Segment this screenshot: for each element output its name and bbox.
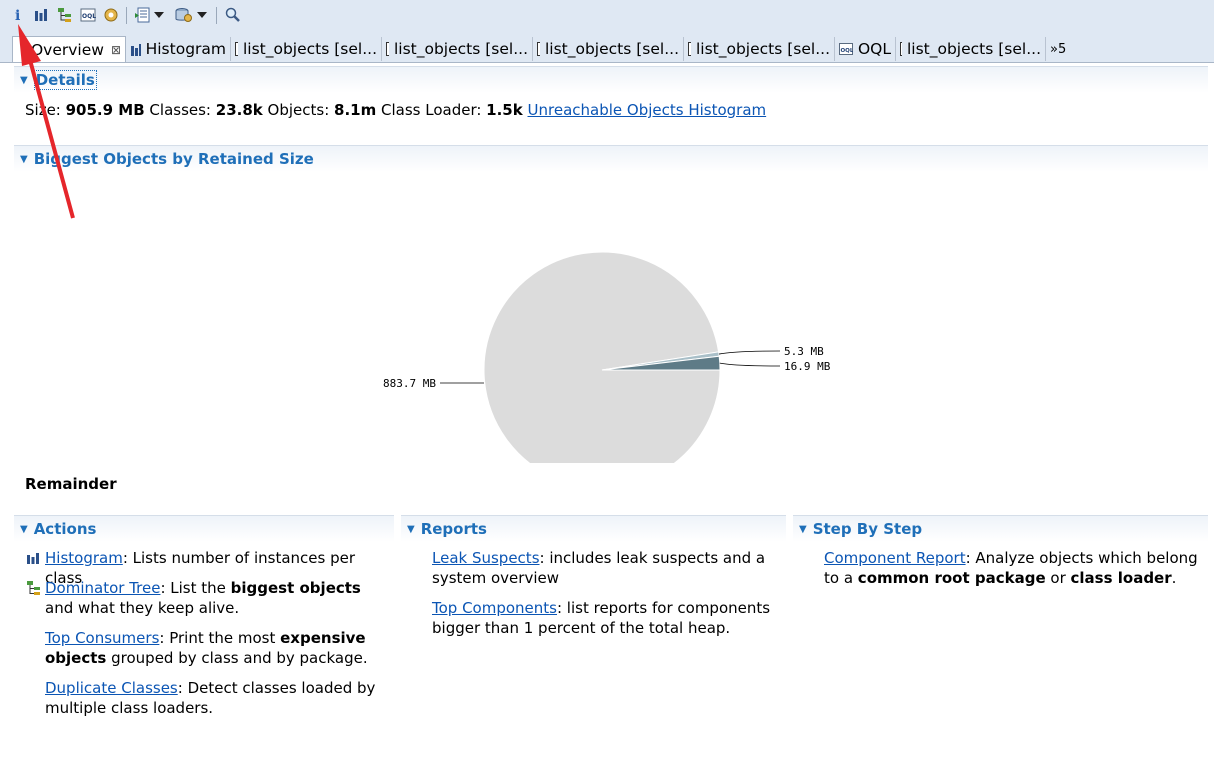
tab-list-objects[interactable]: list_objects [sel... bbox=[684, 37, 835, 61]
tab-label: list_objects [sel... bbox=[544, 40, 679, 58]
tab-list-objects[interactable]: list_objects [sel... bbox=[533, 37, 684, 61]
dominator-tree-icon bbox=[27, 581, 40, 595]
duplicate-classes-link[interactable]: Duplicate Classes bbox=[45, 679, 178, 697]
more-tabs-button[interactable]: »5 bbox=[1046, 37, 1076, 61]
tab-label: Overview bbox=[30, 41, 104, 59]
document-icon bbox=[235, 42, 238, 56]
heap-dump-overview-icon[interactable] bbox=[100, 4, 122, 26]
histogram-link[interactable]: Histogram bbox=[45, 549, 123, 567]
tab-list-objects[interactable]: list_objects [sel... bbox=[231, 37, 382, 61]
document-icon bbox=[386, 42, 389, 56]
action-top-consumers: Top Consumers: Print the most expensive … bbox=[27, 628, 392, 668]
details-summary: Size: 905.9 MB Classes: 23.8k Objects: 8… bbox=[25, 100, 766, 120]
actions-title: Actions bbox=[33, 520, 97, 538]
document-icon bbox=[537, 42, 540, 56]
component-report-period: . bbox=[1171, 569, 1177, 587]
action-duplicate-classes: Duplicate Classes: Detect classes loaded… bbox=[27, 678, 392, 718]
top-consumers-description: : Print the most bbox=[159, 629, 281, 647]
oql-icon[interactable]: OQL bbox=[77, 4, 99, 26]
tab-label: list_objects [sel... bbox=[906, 40, 1041, 58]
pie-slice-label: 883.7 MB bbox=[383, 377, 436, 390]
tab-oql[interactable]: OQL OQL bbox=[835, 37, 896, 61]
biggest-objects-title: Biggest Objects by Retained Size bbox=[33, 150, 314, 168]
histogram-icon bbox=[27, 553, 39, 564]
details-section-header[interactable]: ▼ Details bbox=[14, 66, 1208, 93]
tab-overview[interactable]: Overview ⊠ bbox=[12, 36, 126, 63]
tab-list-objects[interactable]: list_objects [sel... bbox=[896, 37, 1046, 61]
top-consumers-description-end: grouped by class and by package. bbox=[106, 649, 368, 667]
action-dominator-tree: Dominator Tree: List the biggest objects… bbox=[27, 578, 392, 618]
svg-text:OQL: OQL bbox=[82, 13, 96, 20]
chevron-down-icon[interactable]: ▼ bbox=[407, 524, 415, 535]
classes-value: 23.8k bbox=[215, 101, 263, 119]
dominator-tree-icon[interactable] bbox=[54, 4, 76, 26]
close-icon[interactable]: ⊠ bbox=[111, 43, 121, 57]
histogram-icon bbox=[131, 43, 141, 56]
chevron-down-icon[interactable]: ▼ bbox=[20, 75, 28, 86]
editor-tab-bar: Overview ⊠ Histogram list_objects [sel..… bbox=[0, 36, 1214, 63]
dominator-tree-emphasis: biggest objects bbox=[230, 579, 361, 597]
report-top-components: Top Components: list reports for compone… bbox=[432, 598, 777, 638]
objects-value: 8.1m bbox=[334, 101, 377, 119]
tab-label: list_objects [sel... bbox=[393, 40, 528, 58]
remainder-label: Remainder bbox=[25, 475, 117, 493]
step-component-report: Component Report: Analyze objects which … bbox=[824, 548, 1204, 588]
info-icon[interactable]: i bbox=[7, 4, 29, 26]
unreachable-objects-histogram-link[interactable]: Unreachable Objects Histogram bbox=[528, 101, 767, 119]
search-icon[interactable] bbox=[222, 4, 244, 26]
leak-suspects-link[interactable]: Leak Suspects bbox=[432, 549, 540, 567]
component-report-link[interactable]: Component Report bbox=[824, 549, 966, 567]
class-loader-emphasis: class loader bbox=[1070, 569, 1172, 587]
document-icon bbox=[688, 42, 691, 56]
top-components-link[interactable]: Top Components bbox=[432, 599, 557, 617]
pie-label-line bbox=[718, 350, 781, 355]
size-label: Size: bbox=[25, 101, 66, 119]
actions-section-header[interactable]: ▼ Actions bbox=[14, 515, 394, 542]
chevron-down-icon[interactable]: ▼ bbox=[20, 154, 28, 165]
class-loader-label: Class Loader: bbox=[376, 101, 487, 119]
tab-histogram[interactable]: Histogram bbox=[126, 37, 231, 61]
objects-label: Objects: bbox=[262, 101, 335, 119]
tab-list-objects[interactable]: list_objects [sel... bbox=[382, 37, 533, 61]
pie-slice-label: 16.9 MB bbox=[784, 360, 831, 373]
tab-label: list_objects [sel... bbox=[242, 40, 377, 58]
dominator-tree-description-end: and what they keep alive. bbox=[45, 599, 240, 617]
query-browser-icon[interactable] bbox=[132, 4, 154, 26]
tab-label: Histogram bbox=[145, 40, 226, 58]
dropdown-icon[interactable] bbox=[152, 4, 166, 26]
histogram-icon[interactable] bbox=[30, 4, 52, 26]
more-tabs-label: »5 bbox=[1050, 41, 1067, 57]
chevron-down-icon[interactable]: ▼ bbox=[20, 524, 28, 535]
run-report-icon[interactable] bbox=[173, 4, 195, 26]
document-icon bbox=[900, 42, 902, 56]
pie-slice-label: 5.3 MB bbox=[784, 345, 824, 358]
top-consumers-link[interactable]: Top Consumers bbox=[45, 629, 159, 647]
svg-text:OQL: OQL bbox=[841, 48, 853, 54]
tab-label: list_objects [sel... bbox=[695, 40, 830, 58]
dominator-tree-link[interactable]: Dominator Tree bbox=[45, 579, 160, 597]
biggest-objects-section-header[interactable]: ▼ Biggest Objects by Retained Size bbox=[14, 145, 1208, 172]
overview-content: ▼ Details Size: 905.9 MB Classes: 23.8k … bbox=[0, 62, 1214, 767]
report-leak-suspects: Leak Suspects: includes leak suspects an… bbox=[432, 548, 777, 588]
pie-label-line bbox=[719, 362, 781, 367]
oql-icon: OQL bbox=[839, 43, 853, 55]
main-toolbar: i OQL bbox=[0, 0, 1214, 36]
details-title: Details bbox=[33, 70, 97, 90]
classes-label: Classes: bbox=[144, 101, 216, 119]
chevron-down-icon[interactable]: ▼ bbox=[799, 524, 807, 535]
retained-size-pie-chart[interactable]: 883.7 MB5.3 MB16.9 MBTotal: 905.9 MB bbox=[350, 183, 870, 463]
component-report-or: or bbox=[1045, 569, 1071, 587]
dropdown-icon[interactable] bbox=[195, 4, 209, 26]
tab-label: OQL bbox=[857, 40, 891, 58]
reports-section-header[interactable]: ▼ Reports bbox=[401, 515, 786, 542]
reports-title: Reports bbox=[420, 520, 487, 538]
dominator-tree-description: : List the bbox=[160, 579, 231, 597]
svg-text:i: i bbox=[15, 8, 20, 23]
common-root-package-emphasis: common root package bbox=[857, 569, 1046, 587]
size-value: 905.9 MB bbox=[65, 101, 145, 119]
class-loader-value: 1.5k bbox=[486, 101, 523, 119]
step-by-step-section-header[interactable]: ▼ Step By Step bbox=[793, 515, 1208, 542]
step-by-step-title: Step By Step bbox=[812, 520, 923, 538]
